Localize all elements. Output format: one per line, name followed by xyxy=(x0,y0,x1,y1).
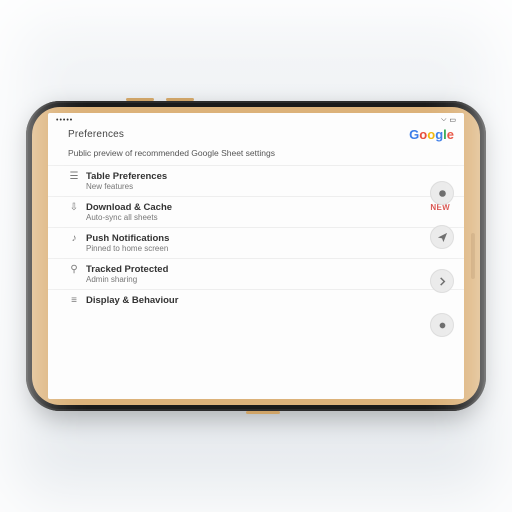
group-title: Tracked Protected xyxy=(86,264,168,275)
equalizer-icon: ☰ xyxy=(68,171,80,182)
paperplane-icon xyxy=(437,232,448,243)
group-subtitle: Admin sharing xyxy=(48,275,464,287)
phone-bezel: ••••• ⌵ ▭ Preferences Google Public prev… xyxy=(32,107,480,405)
group-title: Table Preferences xyxy=(86,171,167,182)
power-button[interactable] xyxy=(246,411,280,414)
forward-button[interactable] xyxy=(430,269,454,293)
group-subtitle: Pinned to home screen xyxy=(48,244,464,256)
brand-logo: Google xyxy=(409,127,454,142)
status-bar: ••••• ⌵ ▭ xyxy=(48,113,464,125)
bell-icon: ♪ xyxy=(68,233,80,244)
dot-icon xyxy=(437,320,448,331)
download-icon: ⇩ xyxy=(68,202,80,213)
dot-icon xyxy=(437,188,448,199)
speaker-grille xyxy=(471,233,475,279)
settings-group[interactable]: ☰ Table Preferences New features xyxy=(48,165,464,196)
settings-group[interactable]: ⇩ Download & Cache NEW Auto-sync all she… xyxy=(48,196,464,227)
settings-group[interactable]: ♪ Push Notifications Pinned to home scre… xyxy=(48,227,464,258)
chevron-right-icon xyxy=(437,276,448,287)
action-rail xyxy=(426,181,458,391)
group-subtitle: Auto-sync all sheets xyxy=(48,213,464,225)
send-button[interactable] xyxy=(430,225,454,249)
screen: ••••• ⌵ ▭ Preferences Google Public prev… xyxy=(48,113,464,399)
header: Preferences Google xyxy=(48,125,464,148)
volume-down-button[interactable] xyxy=(166,98,194,101)
group-subtitle xyxy=(48,306,464,309)
group-subtitle: New features xyxy=(48,182,464,194)
settings-group[interactable]: ≡ Display & Behaviour xyxy=(48,289,464,311)
group-title: Display & Behaviour xyxy=(86,295,178,306)
group-title: Download & Cache xyxy=(86,202,172,213)
lock-icon: ⚲ xyxy=(68,264,80,275)
wifi-icon: ⌵ xyxy=(441,116,446,124)
record-button[interactable] xyxy=(430,181,454,205)
group-title: Push Notifications xyxy=(86,233,169,244)
signal-dots-icon: ••••• xyxy=(56,117,73,124)
volume-up-button[interactable] xyxy=(126,98,154,101)
battery-icon: ▭ xyxy=(449,116,456,124)
sliders-icon: ≡ xyxy=(68,295,80,306)
page-subtitle: Public preview of recommended Google She… xyxy=(48,148,464,165)
phone-frame: ••••• ⌵ ▭ Preferences Google Public prev… xyxy=(26,101,486,411)
more-button[interactable] xyxy=(430,313,454,337)
settings-group[interactable]: ⚲ Tracked Protected Admin sharing xyxy=(48,258,464,289)
page-title: Preferences xyxy=(68,129,124,140)
